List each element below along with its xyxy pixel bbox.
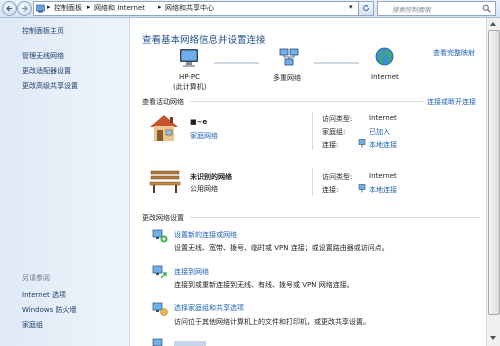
- sidebar-item-internet-options[interactable]: Internet 选项: [22, 290, 66, 300]
- address-field[interactable]: ▸ 控制面板 ▸ 网络和 Internet ▸ 网络和共享中心 ▾: [33, 1, 360, 16]
- connect-disconnect-link[interactable]: 连接或断开连接: [427, 97, 476, 107]
- control-panel-icon: [36, 4, 45, 13]
- scroll-down-icon[interactable]: [489, 334, 497, 342]
- network-1-access-type-value: Internet: [369, 114, 397, 122]
- search-input[interactable]: 搜索控制面板: [392, 4, 431, 14]
- network-2-connection-label: 连接:: [322, 186, 339, 194]
- network-2-access-type-label: 访问类型:: [322, 173, 353, 181]
- network-1-name: ■~e: [190, 118, 208, 126]
- section-divider: [190, 101, 424, 102]
- breadcrumb-network-internet[interactable]: 网络和 Internet: [94, 3, 145, 13]
- sidebar-item-advanced-sharing[interactable]: 更改高级共享设置: [22, 81, 78, 91]
- active-networks-heading: 查看活动网络: [142, 98, 184, 106]
- network-1-connection-link[interactable]: 本地连接: [369, 140, 397, 150]
- map-connector-line: [214, 62, 259, 64]
- sidebar-item-homegroup[interactable]: 家庭组: [22, 320, 43, 330]
- section-divider: [190, 217, 480, 218]
- sidebar: 控制面板主页 管理无线网络 更改适配器设置 更改高级共享设置 另请参阅 Inte…: [0, 18, 130, 346]
- network-2-divider: [312, 168, 313, 196]
- crumb-separator-icon: ▸: [87, 3, 91, 11]
- refresh-button[interactable]: [358, 1, 374, 16]
- breadcrumb-control-panel[interactable]: 控制面板: [54, 3, 82, 13]
- connect-to-network-icon: [152, 265, 167, 279]
- task-homegroup-sharing-link[interactable]: 选择家庭组和共享选项: [174, 303, 244, 313]
- network-2-type: 公用网络: [190, 185, 218, 193]
- map-multiple-networks-label: 多重网络: [273, 74, 301, 82]
- task-setup-new-connection-desc: 设置无线、宽带、拨号、临时或 VPN 连接；或设置路由器或访问点。: [174, 244, 389, 252]
- breadcrumb-network-sharing-center[interactable]: 网络和共享中心: [165, 3, 214, 13]
- sidebar-item-control-panel-home[interactable]: 控制面板主页: [22, 26, 64, 36]
- sidebar-item-adapter-settings[interactable]: 更改适配器设置: [22, 66, 71, 76]
- partially-visible-task-link[interactable]: [174, 341, 206, 346]
- sidebar-item-manage-wireless[interactable]: 管理无线网络: [22, 51, 64, 61]
- scroll-up-icon[interactable]: [489, 20, 497, 28]
- troubleshoot-icon: [152, 338, 163, 346]
- task-homegroup-sharing-desc: 访问位于其他网络计算机上的文件和打印机，或更改共享设置。: [174, 318, 370, 326]
- back-button[interactable]: [2, 1, 17, 16]
- network-1-divider: [312, 112, 313, 150]
- search-icon[interactable]: [482, 4, 491, 13]
- sidebar-item-windows-firewall[interactable]: Windows 防火墙: [22, 305, 76, 315]
- network-1-connection-label: 连接:: [322, 141, 339, 149]
- back-arrow-icon: [6, 5, 12, 12]
- network-1-homegroup-link[interactable]: 已加入: [369, 127, 390, 137]
- map-pc-name: HP-PC: [179, 73, 200, 81]
- network-2-access-type-value: Internet: [369, 172, 397, 180]
- network-2-name: 未识别的网络: [190, 173, 232, 181]
- map-internet-label: Internet: [371, 73, 399, 81]
- task-connect-to-network-link[interactable]: 连接到网络: [174, 267, 209, 277]
- home-network-icon: [150, 115, 178, 141]
- address-dropdown-icon[interactable]: ▾: [349, 3, 353, 11]
- ethernet-icon: [358, 139, 366, 148]
- ethernet-icon: [358, 184, 366, 193]
- scrollbar-thumb[interactable]: [488, 30, 500, 315]
- network-2-connection-link[interactable]: 本地连接: [369, 185, 397, 195]
- public-network-bench-icon: [149, 170, 181, 193]
- crumb-separator-icon: ▸: [47, 3, 51, 11]
- task-setup-new-connection-link[interactable]: 设置新的连接或网络: [174, 230, 237, 240]
- network-1-type-link[interactable]: 家庭网络: [190, 131, 218, 141]
- internet-globe-icon: [375, 47, 394, 66]
- see-also-heading: 另请参阅: [22, 274, 50, 282]
- change-settings-heading: 更改网络设置: [142, 214, 184, 222]
- forward-button[interactable]: [17, 1, 32, 16]
- task-connect-to-network-desc: 连接到或重新连接到无线、有线、拨号或 VPN 网络连接。: [174, 281, 354, 289]
- see-full-map-link[interactable]: 查看完整映射: [433, 48, 475, 58]
- search-box[interactable]: 搜索控制面板: [377, 1, 496, 16]
- multiple-networks-icon: [279, 48, 299, 66]
- map-pc-subtitle: (此计算机): [173, 83, 207, 91]
- network-1-homegroup-label: 家庭组:: [322, 128, 346, 136]
- map-connector-line: [314, 62, 359, 64]
- new-connection-icon: [152, 229, 168, 243]
- homegroup-sharing-icon: [152, 302, 168, 316]
- network-1-access-type-label: 访问类型:: [322, 115, 353, 123]
- refresh-icon: [363, 4, 369, 11]
- computer-icon: [180, 49, 198, 67]
- page-title: 查看基本网络信息并设置连接: [142, 35, 266, 46]
- forward-arrow-icon: [22, 5, 28, 12]
- crumb-separator-icon: ▸: [158, 3, 162, 11]
